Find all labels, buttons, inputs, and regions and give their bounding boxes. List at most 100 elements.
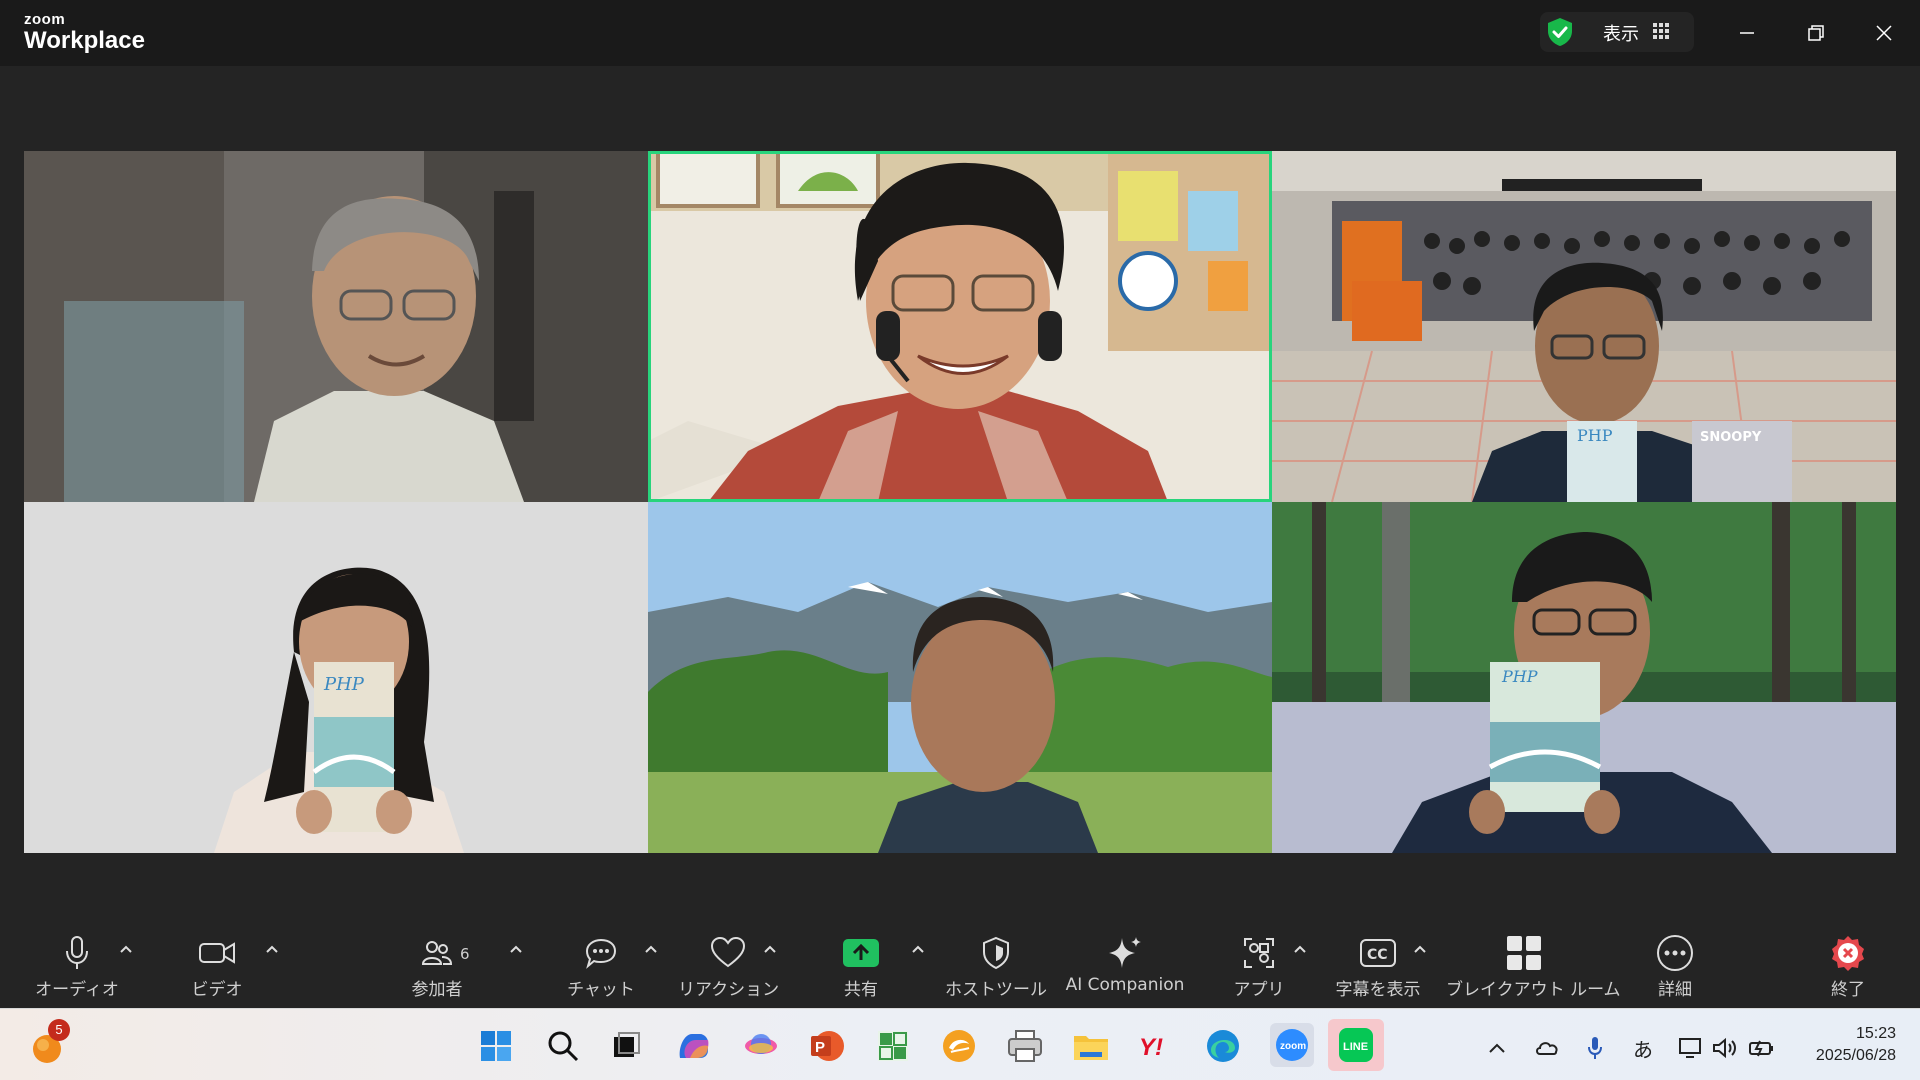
magazine-title-text: PHP [1577, 426, 1613, 445]
start-button[interactable] [477, 1027, 515, 1065]
more-button[interactable]: 詳細 [1630, 933, 1720, 1000]
powerpoint-app[interactable]: P [808, 1027, 846, 1065]
participant-2-video [648, 151, 1272, 502]
volume-tray[interactable] [1710, 1033, 1740, 1063]
search-button[interactable] [544, 1027, 582, 1065]
reactions-options-chevron-icon[interactable] [762, 942, 778, 956]
yahoo-app[interactable]: Y! [1138, 1027, 1176, 1065]
participants-label: 参加者 [411, 980, 463, 1000]
windows-start-icon [481, 1031, 511, 1061]
chat-button[interactable]: チャット [556, 933, 646, 1000]
end-meeting-button[interactable]: 終了 [1812, 933, 1884, 1000]
captions-options-chevron-icon[interactable] [1412, 942, 1428, 956]
video-camera-icon [199, 942, 235, 964]
gallery-grid-icon[interactable] [1653, 23, 1669, 39]
magazine-title-text: PHP [323, 674, 365, 695]
printer-app[interactable] [1006, 1027, 1044, 1065]
participant-tile-2[interactable] [648, 151, 1272, 502]
apps-button[interactable]: アプリ [1214, 933, 1304, 1000]
captions-label: 字幕を表示 [1335, 980, 1421, 1000]
participants-button[interactable]: 参加者 [392, 933, 482, 1000]
edge-browser-app[interactable] [1204, 1027, 1242, 1065]
edge-icon [1207, 1030, 1239, 1062]
orange-app[interactable] [940, 1027, 978, 1065]
taskbar-clock[interactable]: 15:23 2025/06/28 [1816, 1023, 1896, 1067]
ai-companion-button[interactable]: AI Companion [1060, 933, 1190, 995]
onedrive-tray[interactable] [1532, 1033, 1562, 1063]
video-button[interactable]: ビデオ [172, 933, 262, 1000]
restore-button[interactable] [1796, 15, 1836, 51]
participant-4-video: PHP [24, 502, 648, 853]
audio-options-chevron-icon[interactable] [118, 942, 134, 956]
apps-options-chevron-icon[interactable] [1292, 942, 1308, 956]
network-tray[interactable] [1676, 1033, 1706, 1063]
host-tools-button[interactable]: ホストツール [944, 933, 1048, 1000]
speaker-volume-icon [1713, 1037, 1736, 1059]
participant-tile-1[interactable] [24, 151, 648, 502]
ime-indicator[interactable]: あ [1628, 1033, 1658, 1063]
breakout-rooms-button[interactable]: ブレイクアウト ルーム [1446, 933, 1621, 1000]
svg-text:zoom: zoom [1280, 1041, 1306, 1052]
task-view-button[interactable] [607, 1027, 645, 1065]
restore-icon [1808, 25, 1824, 41]
snoopy-text: SNOOPY [1700, 430, 1762, 445]
host-shield-icon [983, 936, 1009, 970]
folder-icon [1074, 1036, 1108, 1060]
view-label[interactable]: 表示 [1603, 20, 1639, 46]
copilot-icon [679, 1034, 709, 1058]
share-label: 共有 [844, 980, 878, 1000]
app-sphere[interactable] [742, 1027, 780, 1065]
share-screen-icon [843, 939, 879, 967]
closed-captions-icon: CC [1360, 939, 1396, 967]
participant-5-video [648, 502, 1272, 853]
chat-bubble-icon [585, 938, 617, 969]
green-grid-icon [878, 1031, 908, 1061]
line-app-icon: LINE [1339, 1028, 1373, 1062]
ai-companion-label: AI Companion [1065, 975, 1185, 995]
tray-microphone-icon [1588, 1037, 1602, 1059]
participants-options-chevron-icon[interactable] [508, 942, 524, 956]
powerpoint-icon: P [811, 1031, 844, 1061]
participant-tile-3[interactable]: PHP SNOOPY [1272, 151, 1896, 502]
show-hidden-icons-button[interactable] [1482, 1033, 1512, 1063]
notification-badge: 5 [48, 1019, 70, 1041]
audio-label: オーディオ [35, 980, 119, 1000]
more-dots-icon [1657, 935, 1693, 971]
clock-time: 15:23 [1855, 1025, 1896, 1042]
breakout-rooms-icon [1507, 936, 1541, 970]
spreadsheet-app[interactable] [874, 1027, 912, 1065]
end-label: 終了 [1831, 980, 1865, 1000]
close-button[interactable] [1864, 15, 1904, 51]
line-app-flashing[interactable]: LINE [1328, 1019, 1384, 1071]
svg-text:LINE: LINE [1343, 1041, 1368, 1053]
printer-icon [1008, 1030, 1042, 1062]
reactions-label: リアクション [678, 980, 780, 1000]
svg-text:Y!: Y! [1139, 1034, 1163, 1061]
share-options-chevron-icon[interactable] [910, 942, 926, 956]
participant-tile-6[interactable]: PHP [1272, 502, 1896, 853]
breakout-rooms-label: ブレイクアウト ルーム [1446, 980, 1621, 1000]
video-options-chevron-icon[interactable] [264, 942, 280, 956]
file-explorer-app[interactable] [1072, 1027, 1110, 1065]
minimize-button[interactable] [1727, 15, 1767, 51]
copilot-app[interactable] [675, 1027, 713, 1065]
participant-3-video: PHP SNOOPY [1272, 151, 1896, 502]
magazine-title-text: PHP [1501, 667, 1538, 686]
participant-1-video [24, 151, 648, 502]
zoom-app-active[interactable]: zoom [1270, 1023, 1314, 1067]
chat-options-chevron-icon[interactable] [643, 942, 659, 956]
task-view-icon [614, 1032, 640, 1057]
participants-count: 6 [460, 945, 470, 963]
video-gallery: PHP SNOOPY PHP PHP [24, 151, 1896, 853]
audio-button[interactable]: オーディオ [32, 933, 122, 1000]
battery-tray[interactable] [1746, 1033, 1776, 1063]
yahoo-icon: Y! [1139, 1034, 1163, 1061]
participant-tile-5[interactable] [648, 502, 1272, 853]
cloud-sync-icon [1536, 1042, 1558, 1055]
security-shield-icon[interactable] [1546, 17, 1574, 47]
chevron-up-icon [1489, 1043, 1505, 1053]
microphone-tray[interactable] [1580, 1033, 1610, 1063]
share-screen-button[interactable]: 共有 [816, 933, 906, 1000]
participant-tile-4[interactable]: PHP [24, 502, 648, 853]
heart-icon [710, 936, 746, 968]
